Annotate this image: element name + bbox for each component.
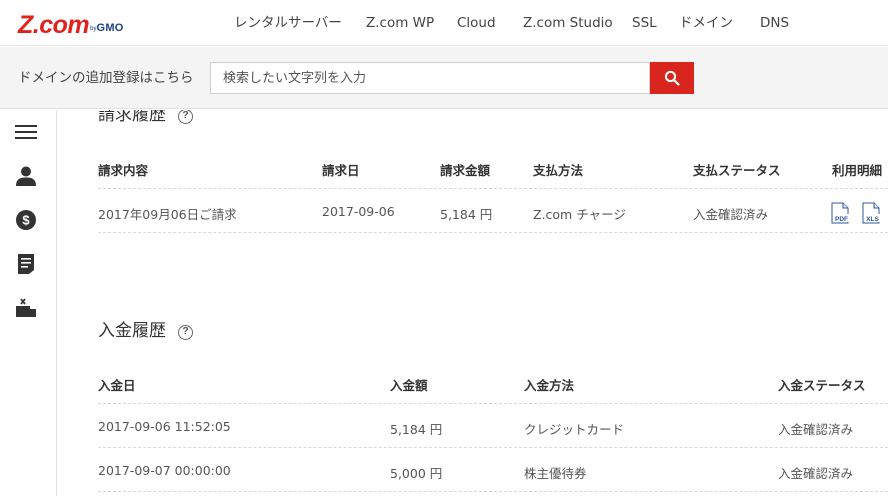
payment-row-2-amount: 5,000 円 (390, 466, 443, 481)
billing-header-method: 支払方法 (533, 163, 584, 178)
nav-ssl[interactable]: SSL (632, 0, 657, 46)
domain-search-input[interactable] (210, 62, 650, 94)
billing-history-title: 請求履歴 (98, 110, 166, 125)
user-icon[interactable] (14, 164, 38, 188)
payment-history-title: 入金履歴 (98, 321, 166, 341)
payment-header-divider (98, 403, 888, 404)
payment-row-1-amount: 5,184 円 (390, 422, 443, 437)
billing-row-status: 入金確認済み (693, 207, 769, 222)
payment-row-1-status: 入金確認済み (778, 422, 854, 437)
payment-row-1-method: クレジットカード (524, 422, 625, 437)
nav-domain[interactable]: ドメイン (679, 0, 733, 46)
payment-header-amount: 入金額 (390, 378, 428, 393)
tools-icon[interactable] (14, 296, 38, 320)
billing-header-date: 請求日 (322, 163, 360, 178)
payment-header-date: 入金日 (98, 378, 136, 393)
payment-row-2-status: 入金確認済み (778, 466, 854, 481)
nav-dns[interactable]: DNS (760, 0, 789, 46)
logo-gmo: GMO (96, 22, 124, 34)
billing-history-heading: 請求履歴? (98, 110, 193, 125)
svg-text:$: $ (22, 213, 30, 228)
billing-header-amount: 請求金額 (440, 163, 491, 178)
domain-search-label: ドメインの追加登録はこちら (18, 70, 194, 86)
billing-row-content: 2017年09月06日ご請求 (98, 207, 237, 222)
billing-help-icon[interactable]: ? (178, 110, 193, 124)
nav-cloud[interactable]: Cloud (457, 0, 496, 46)
billing-row-method: Z.com チャージ (533, 207, 626, 222)
payment-row-1-date: 2017-09-06 11:52:05 (98, 419, 231, 434)
search-icon (664, 70, 680, 86)
billing-header-content: 請求内容 (98, 163, 149, 178)
dollar-icon[interactable]: $ (14, 208, 38, 232)
payment-row-2-divider (98, 491, 888, 492)
menu-icon[interactable] (14, 120, 38, 144)
xls-icon[interactable]: XLS (862, 202, 882, 224)
nav-zcom-wp[interactable]: Z.com WP (366, 0, 434, 46)
xls-icon-label: XLS (866, 216, 879, 223)
payment-row-2-date: 2017-09-07 00:00:00 (98, 463, 231, 478)
sidebar: $ (0, 110, 57, 496)
billing-header-status: 支払ステータス (693, 163, 781, 178)
payment-row-1-divider (98, 447, 888, 448)
billing-header-statement: 利用明細 (832, 163, 883, 178)
payment-row-2-method: 株主優待券 (524, 466, 587, 481)
billing-header-divider (98, 188, 888, 189)
payment-header-method: 入金方法 (524, 378, 575, 393)
payment-help-icon[interactable]: ? (178, 325, 193, 340)
payment-history-heading: 入金履歴? (98, 316, 193, 341)
main-content: 請求履歴? 請求内容 請求日 請求金額 支払方法 支払ステータス 利用明細 20… (58, 110, 888, 496)
nav-zcom-studio[interactable]: Z.com Studio (523, 0, 613, 46)
zcom-logo[interactable]: Z.com by GMO (18, 11, 124, 39)
billing-row-date: 2017-09-06 (322, 204, 395, 219)
search-button[interactable] (650, 62, 694, 94)
logo-wordmark: Z.com (18, 11, 90, 39)
nav-rental-server[interactable]: レンタルサーバー (234, 0, 342, 46)
document-icon[interactable] (14, 252, 38, 276)
pdf-icon[interactable]: PDF (831, 202, 851, 224)
domain-search-bar: ドメインの追加登録はこちら (0, 47, 888, 109)
billing-row-amount: 5,184 円 (440, 207, 493, 222)
payment-header-status: 入金ステータス (778, 378, 866, 393)
billing-row-divider (98, 232, 888, 233)
pdf-icon-label: PDF (835, 216, 848, 223)
top-navigation-bar: Z.com by GMO レンタルサーバー Z.com WP Cloud Z.c… (0, 0, 888, 46)
